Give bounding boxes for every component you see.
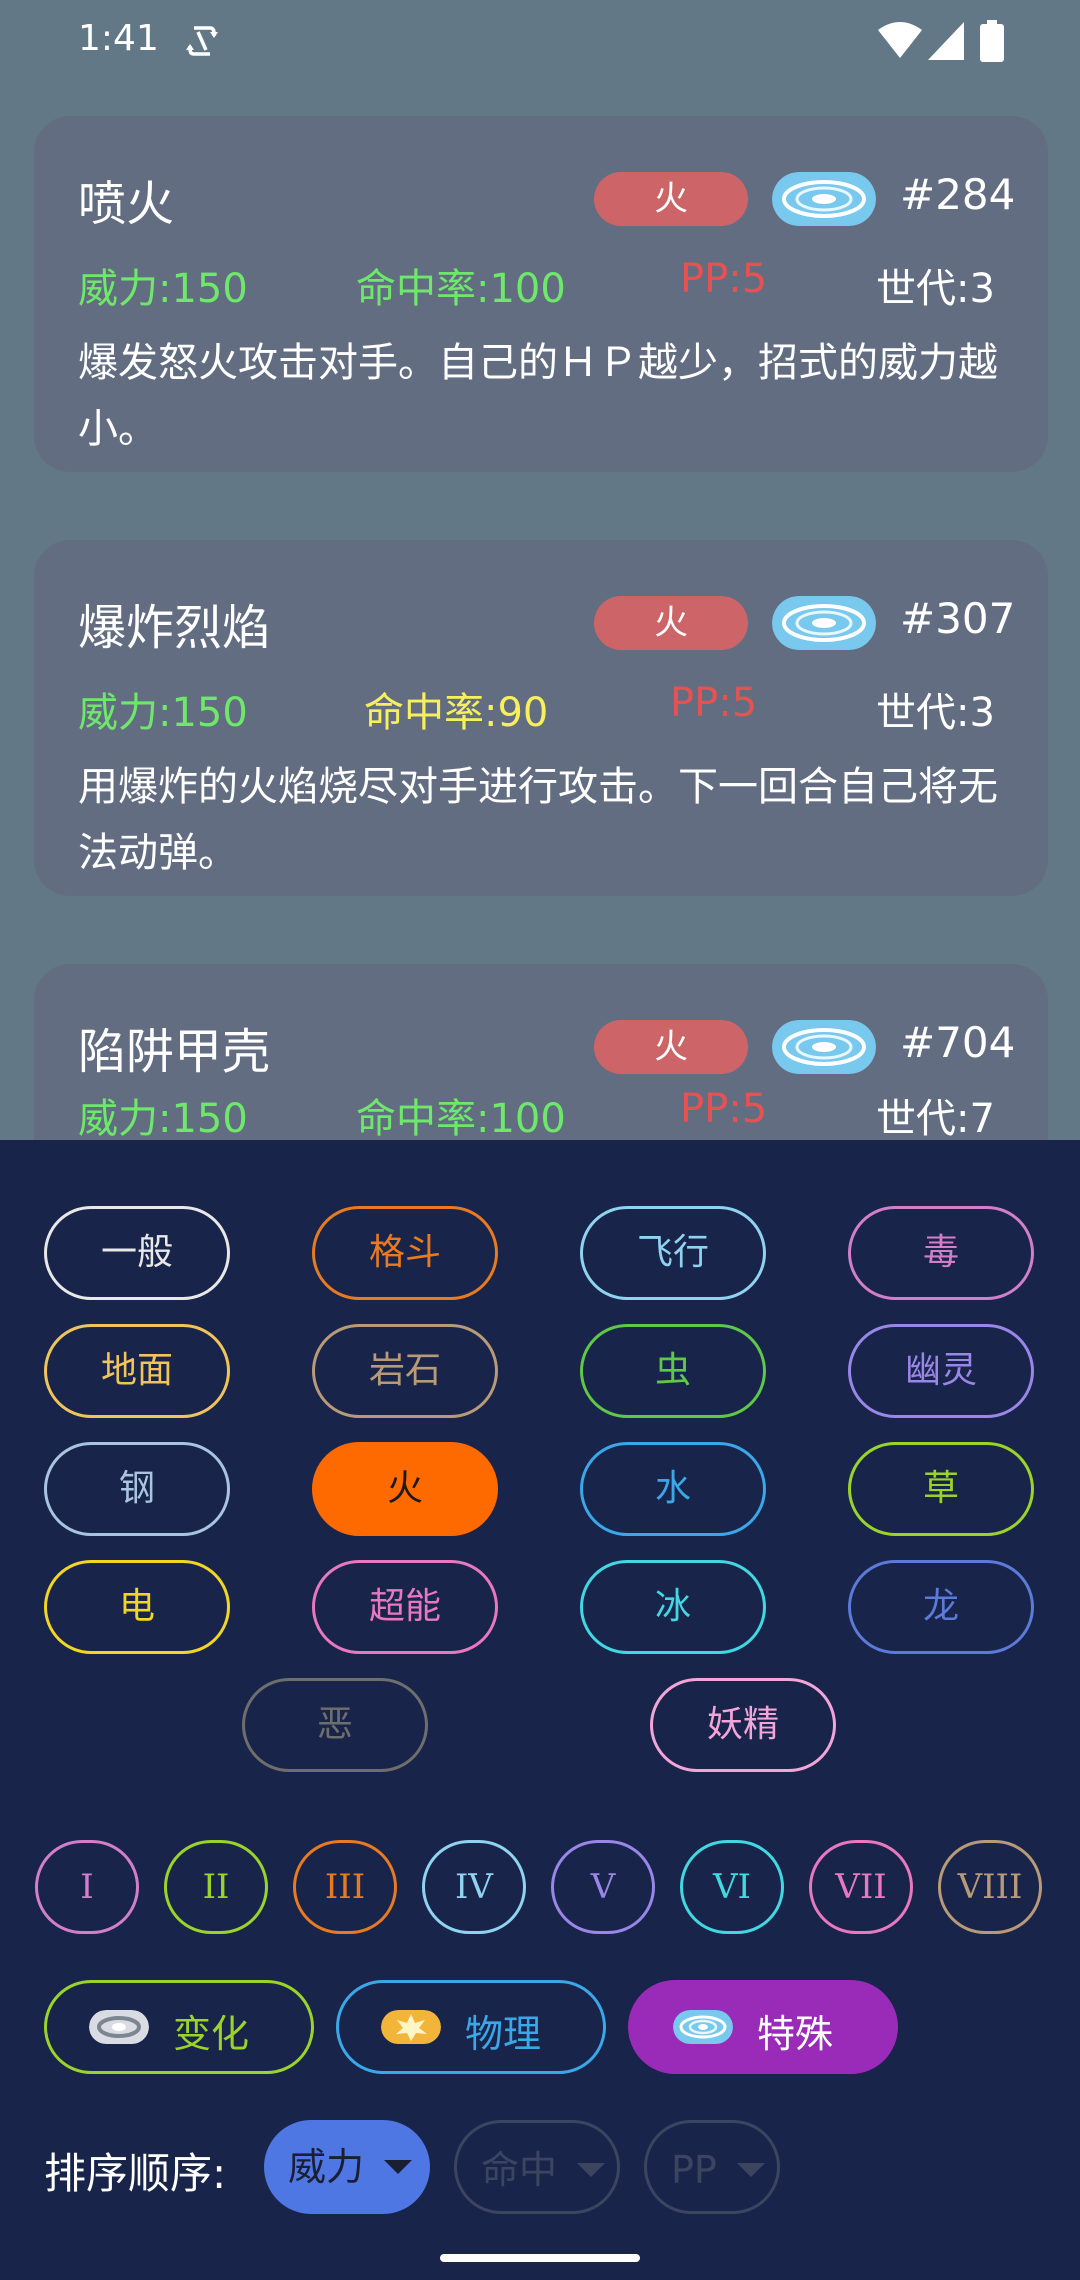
sort-order-label: 排序顺序:	[44, 2149, 227, 2198]
type-filter-poison[interactable]: 毒	[848, 1206, 1034, 1300]
status-bar: 1:41	[0, 0, 1080, 86]
home-indicator[interactable]	[440, 2254, 640, 2262]
type-filter-steel[interactable]: 钢	[44, 1442, 230, 1536]
move-name: 爆炸烈焰	[78, 600, 271, 656]
generation-filter-7[interactable]: VII	[809, 1840, 913, 1934]
type-filter-ground[interactable]: 地面	[44, 1324, 230, 1418]
generation-stat: 世代:7	[876, 1096, 995, 1142]
type-filter-grass[interactable]: 草	[848, 1442, 1034, 1536]
chevron-down-icon	[384, 2160, 412, 2174]
signal-icon	[928, 22, 964, 60]
generation-filter-6[interactable]: VI	[680, 1840, 784, 1934]
type-filter-ice[interactable]: 冰	[580, 1560, 766, 1654]
generation-stat: 世代:3	[876, 266, 995, 312]
category-filter-label: 物理	[465, 2012, 542, 2056]
generation-filter-8[interactable]: VIII	[938, 1840, 1042, 1934]
type-filter-psychic[interactable]: 超能	[312, 1560, 498, 1654]
type-filter-water[interactable]: 水	[580, 1442, 766, 1536]
generation-filter-2[interactable]: II	[164, 1840, 268, 1934]
category-filter-label: 变化	[173, 2012, 250, 2056]
category-filter-physical[interactable]: 物理	[336, 1980, 606, 2074]
move-description: 用爆炸的火焰烧尽对手进行攻击。下一回合自己将无法动弹。	[78, 764, 998, 876]
sort-by-accuracy-dropdown[interactable]: 命中	[454, 2120, 620, 2214]
type-badge: 火	[594, 596, 748, 650]
type-filter-rock[interactable]: 岩石	[312, 1324, 498, 1418]
special-category-icon	[673, 2010, 733, 2044]
move-card[interactable]: 喷火 火 #284 威力:150 命中率:100 PP:5 世代:3 爆发怒火攻…	[34, 116, 1048, 472]
sort-option-label: 命中	[481, 2148, 558, 2192]
wifi-icon	[878, 22, 922, 58]
category-filter-special[interactable]: 特殊	[628, 1980, 898, 2074]
battery-icon	[980, 20, 1004, 62]
move-description: 爆发怒火攻击对手。自己的ＨＰ越少，招式的威力越小。	[78, 340, 998, 452]
pp-stat: PP:5	[680, 1086, 768, 1132]
status-category-icon	[89, 2010, 149, 2044]
move-number: #307	[900, 594, 1016, 643]
special-category-icon	[772, 172, 876, 226]
special-category-icon	[772, 1020, 876, 1074]
pp-stat: PP:5	[680, 256, 768, 302]
physical-category-icon	[381, 2010, 441, 2044]
accuracy-stat: 命中率:100	[356, 266, 566, 312]
type-badge: 火	[594, 1020, 748, 1074]
generation-stat: 世代:3	[876, 690, 995, 736]
move-number: #284	[900, 170, 1016, 219]
move-card[interactable]: 爆炸烈焰 火 #307 威力:150 命中率:90 PP:5 世代:3 用爆炸的…	[34, 540, 1048, 896]
type-filter-bug[interactable]: 虫	[580, 1324, 766, 1418]
accuracy-stat: 命中率:90	[364, 690, 549, 736]
accuracy-stat: 命中率:100	[356, 1096, 566, 1142]
status-time: 1:41	[78, 18, 159, 59]
special-category-icon	[772, 596, 876, 650]
category-filter-label: 特殊	[757, 2012, 834, 2056]
generation-filter-1[interactable]: I	[35, 1840, 139, 1934]
power-stat: 威力:150	[78, 1096, 248, 1142]
type-filter-electric[interactable]: 电	[44, 1560, 230, 1654]
pp-stat: PP:5	[670, 680, 758, 726]
power-stat: 威力:150	[78, 690, 248, 736]
move-number: #704	[900, 1018, 1016, 1067]
category-filter-status[interactable]: 变化	[44, 1980, 314, 2074]
sync-icon	[186, 26, 218, 56]
sort-option-label: 威力	[288, 2145, 365, 2189]
chevron-down-icon	[737, 2163, 765, 2177]
sort-by-pp-dropdown[interactable]: PP	[644, 2120, 780, 2214]
power-stat: 威力:150	[78, 266, 248, 312]
move-name: 陷阱甲壳	[78, 1024, 271, 1080]
type-filter-normal[interactable]: 一般	[44, 1206, 230, 1300]
type-filter-flying[interactable]: 飞行	[580, 1206, 766, 1300]
generation-filter-4[interactable]: IV	[422, 1840, 526, 1934]
type-filter-fairy[interactable]: 妖精	[650, 1678, 836, 1772]
type-badge: 火	[594, 172, 748, 226]
sort-by-power-dropdown[interactable]: 威力	[264, 2120, 430, 2214]
sort-option-label: PP	[671, 2148, 717, 2192]
chevron-down-icon	[577, 2163, 605, 2177]
type-filter-dark[interactable]: 恶	[242, 1678, 428, 1772]
generation-filter-3[interactable]: III	[293, 1840, 397, 1934]
filter-panel	[0, 1140, 1080, 2280]
type-filter-fighting[interactable]: 格斗	[312, 1206, 498, 1300]
type-filter-ghost[interactable]: 幽灵	[848, 1324, 1034, 1418]
generation-filter-5[interactable]: V	[551, 1840, 655, 1934]
type-filter-fire[interactable]: 火	[312, 1442, 498, 1536]
move-name: 喷火	[78, 176, 175, 232]
type-filter-dragon[interactable]: 龙	[848, 1560, 1034, 1654]
